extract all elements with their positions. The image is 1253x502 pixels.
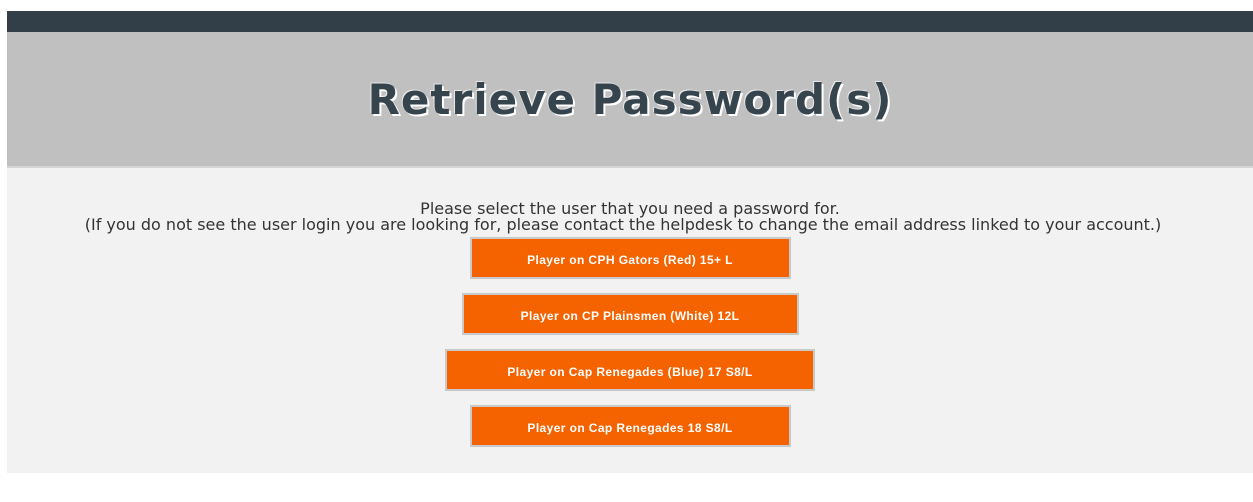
user-button-cap-renegades-blue[interactable]: Player on Cap Renegades (Blue) 17 S8/L xyxy=(445,349,815,391)
main-content: Please select the user that you need a p… xyxy=(7,168,1253,447)
user-button-cp-plainsmen[interactable]: Player on CP Plainsmen (White) 12L xyxy=(461,293,799,335)
top-bar xyxy=(7,11,1253,32)
page-header: Retrieve Password(s) xyxy=(7,32,1253,168)
instructions-text: Please select the user that you need a p… xyxy=(7,201,1253,233)
page-frame: Retrieve Password(s) Please select the u… xyxy=(7,11,1253,473)
page-title: Retrieve Password(s) xyxy=(367,74,893,124)
user-list: Player on CPH Gators (Red) 15+ L Player … xyxy=(7,233,1253,447)
instructions-line-2: (If you do not see the user login you ar… xyxy=(84,215,1162,234)
user-button-cph-gators[interactable]: Player on CPH Gators (Red) 15+ L xyxy=(469,237,791,279)
user-button-cap-renegades-18[interactable]: Player on Cap Renegades 18 S8/L xyxy=(469,405,791,447)
